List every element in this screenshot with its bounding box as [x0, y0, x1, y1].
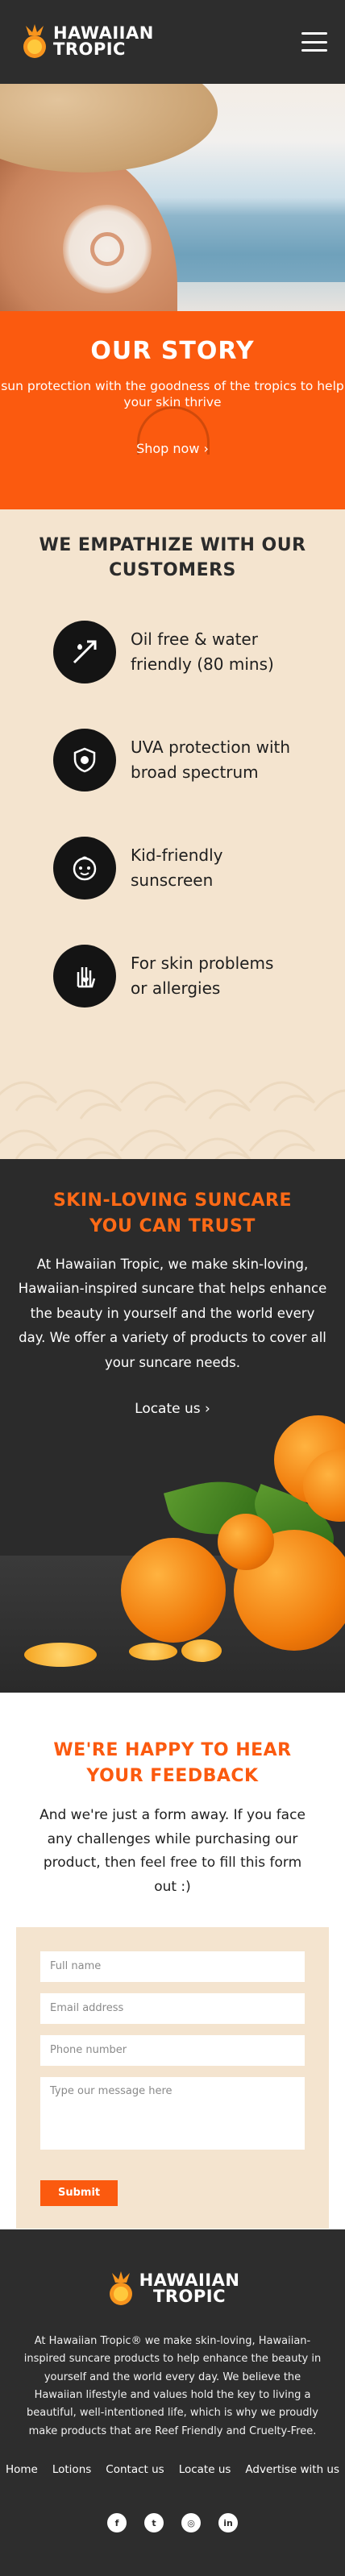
- feedback-text: And we're just a form away. If you face …: [39, 1806, 306, 1896]
- hero-image: [0, 84, 345, 311]
- empathize-title-line-2: CUSTOMERS: [109, 559, 236, 580]
- feature-item: Oil free & water friendly (80 mins): [0, 616, 345, 688]
- feature-line: Oil free & water: [131, 629, 258, 649]
- social-links: f t ◎ in: [0, 2513, 345, 2533]
- feedback-section: WE'RE HAPPY TO HEAR YOUR FEEDBACK And we…: [0, 1693, 345, 2229]
- baby-face-icon: [53, 836, 116, 900]
- feature-item: For skin problems or allergies: [0, 940, 345, 1012]
- orange-slice-image: [181, 1639, 222, 1662]
- logo-wordmark: HAWAIIAN TROPIC: [53, 25, 154, 59]
- shop-now-link[interactable]: Shop now ›: [136, 441, 209, 456]
- orange-slice-image: [129, 1643, 177, 1660]
- footer-logo[interactable]: HAWAIIAN TROPIC: [0, 2271, 345, 2307]
- brand-logo[interactable]: HAWAIIAN TROPIC: [19, 24, 154, 60]
- hero-sun-hat: [0, 84, 218, 172]
- twitter-icon[interactable]: t: [144, 2513, 164, 2533]
- email-input[interactable]: [40, 1992, 305, 2024]
- orange-image: [218, 1514, 274, 1570]
- decorative-wave-pattern: [0, 1081, 345, 1159]
- feature-line: sunscreen: [131, 870, 214, 890]
- footer-logo-wordmark: HAWAIIAN TROPIC: [139, 2272, 240, 2306]
- footer-link-locate[interactable]: Locate us: [179, 2463, 231, 2476]
- empathize-section: WE EMPATHIZE WITH OUR CUSTOMERS Oil free…: [0, 509, 345, 1159]
- feature-line: broad spectrum: [131, 762, 259, 782]
- pineapple-logo-icon: [109, 2271, 132, 2305]
- hand-heart-icon: [53, 944, 116, 1008]
- logo-line-2: TROPIC: [153, 2287, 226, 2306]
- full-name-input[interactable]: [40, 1951, 305, 1982]
- feedback-title-line-1: WE'RE HAPPY TO HEAR: [53, 1740, 292, 1760]
- instagram-icon[interactable]: ◎: [181, 2513, 201, 2533]
- our-story-section: OUR STORY sun protection with the goodne…: [0, 311, 345, 509]
- feature-list: Oil free & water friendly (80 mins) UVA …: [0, 616, 345, 1012]
- empathize-title-line-1: WE EMPATHIZE WITH OUR: [39, 535, 306, 555]
- menu-bar: [301, 49, 327, 52]
- feature-line: friendly (80 mins): [131, 654, 274, 674]
- feature-line: Kid-friendly: [131, 845, 223, 865]
- suncare-section: SKIN-LOVING SUNCARE YOU CAN TRUST At Haw…: [0, 1159, 345, 1693]
- footer-about-text: At Hawaiian Tropic® we make skin-loving,…: [23, 2335, 322, 2437]
- hamburger-menu-icon[interactable]: [301, 32, 327, 52]
- locate-us-link[interactable]: Locate us ›: [135, 1401, 210, 1417]
- message-textarea[interactable]: [40, 2076, 305, 2150]
- feature-item: Kid-friendly sunscreen: [0, 832, 345, 904]
- menu-bar: [301, 40, 327, 44]
- story-text: sun protection with the goodness of the …: [1, 379, 344, 410]
- site-footer: HAWAIIAN TROPIC At Hawaiian Tropic® we m…: [0, 2229, 345, 2576]
- phone-input[interactable]: [40, 2034, 305, 2066]
- orange-slice-image: [24, 1643, 97, 1667]
- feedback-title-line-2: YOUR FEEDBACK: [86, 1765, 259, 1786]
- facebook-icon[interactable]: f: [107, 2513, 127, 2533]
- logo-line-2: TROPIC: [53, 39, 126, 59]
- feature-line: UVA protection with: [131, 737, 291, 757]
- footer-link-home[interactable]: Home: [6, 2463, 38, 2476]
- suncare-title-line-2: YOU CAN TRUST: [89, 1215, 256, 1236]
- empathize-title: WE EMPATHIZE WITH OUR CUSTOMERS: [0, 534, 345, 584]
- feature-line: For skin problems: [131, 953, 274, 973]
- pineapple-logo-icon: [23, 24, 46, 58]
- suncare-text: At Hawaiian Tropic, we make skin-loving,…: [18, 1256, 327, 1370]
- suncare-title: SKIN-LOVING SUNCARE YOU CAN TRUST: [0, 1188, 345, 1240]
- submit-button[interactable]: Submit: [40, 2179, 118, 2206]
- story-title: OUR STORY: [90, 337, 255, 365]
- footer-link-contact[interactable]: Contact us: [106, 2463, 164, 2476]
- site-header: HAWAIIAN TROPIC: [0, 0, 345, 84]
- orange-image: [121, 1538, 226, 1643]
- feature-text: For skin problems or allergies: [131, 951, 273, 1001]
- feedback-form: Submit: [16, 1926, 329, 2229]
- suncare-title-line-1: SKIN-LOVING SUNCARE: [52, 1190, 293, 1211]
- footer-nav: Home Lotions Contact us Locate us Advert…: [0, 2463, 345, 2476]
- footer-link-lotions[interactable]: Lotions: [52, 2463, 91, 2476]
- feature-line: or allergies: [131, 978, 221, 998]
- footer-link-advertise[interactable]: Advertise with us: [245, 2463, 339, 2476]
- feature-text: Oil free & water friendly (80 mins): [131, 627, 274, 677]
- feedback-title: WE'RE HAPPY TO HEAR YOUR FEEDBACK: [0, 1738, 345, 1789]
- feature-text: Kid-friendly sunscreen: [131, 843, 222, 893]
- feature-text: UVA protection with broad spectrum: [131, 735, 290, 785]
- linkedin-icon[interactable]: in: [218, 2513, 238, 2533]
- sun-icon: [90, 232, 124, 266]
- menu-bar: [301, 32, 327, 35]
- shield-sun-icon: [53, 728, 116, 791]
- water-drop-icon: [53, 620, 116, 683]
- feature-item: UVA protection with broad spectrum: [0, 724, 345, 796]
